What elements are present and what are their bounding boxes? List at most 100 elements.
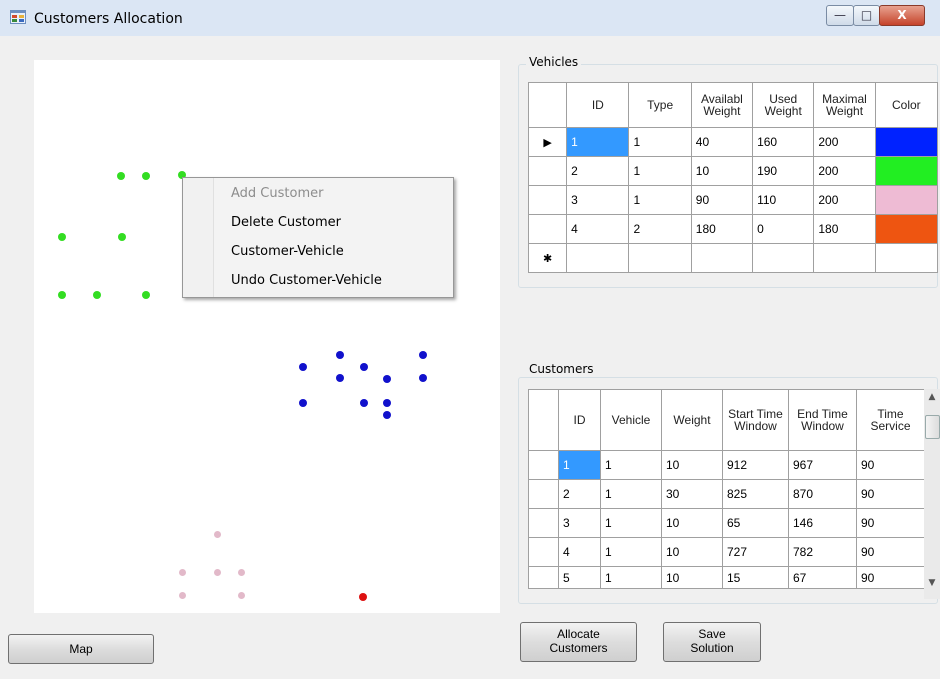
cell[interactable]: 1: [600, 508, 662, 538]
cell[interactable]: 10: [690, 156, 754, 186]
customer-point[interactable]: [383, 375, 391, 383]
table-row[interactable]: 4 2 180 0 180: [527, 214, 939, 244]
table-row[interactable]: 2 1 30 825 870 90: [528, 479, 925, 509]
cell[interactable]: 10: [661, 566, 723, 589]
cell[interactable]: 180: [690, 214, 754, 244]
cell[interactable]: 200: [813, 127, 876, 157]
table-row[interactable]: ▶ 1 1 40 160 200: [527, 127, 939, 157]
table-row[interactable]: 4 1 10 727 782 90: [528, 537, 925, 567]
current-row-icon[interactable]: ▶: [527, 127, 568, 157]
cell[interactable]: [874, 243, 939, 273]
new-row-icon[interactable]: ✱: [527, 243, 568, 273]
customer-point[interactable]: [238, 592, 245, 599]
customer-point[interactable]: [214, 569, 221, 576]
customer-point[interactable]: [299, 399, 307, 407]
cell[interactable]: 825: [722, 479, 789, 509]
cell[interactable]: 3: [558, 508, 601, 538]
customers-header-start-time-window[interactable]: Start Time Window: [722, 389, 789, 451]
scroll-up-arrow-icon[interactable]: ▲: [924, 389, 940, 405]
customers-table[interactable]: ID Vehicle Weight Start Time Window End …: [528, 389, 925, 589]
cell[interactable]: 2: [628, 214, 692, 244]
cell[interactable]: 200: [813, 156, 876, 186]
cell[interactable]: 4: [558, 537, 601, 567]
row-header[interactable]: [528, 508, 559, 538]
cell[interactable]: [752, 243, 815, 273]
cell[interactable]: [690, 243, 754, 273]
cell[interactable]: [813, 243, 876, 273]
cell[interactable]: [628, 243, 692, 273]
vehicle-color-swatch[interactable]: [874, 156, 939, 186]
scroll-down-arrow-icon[interactable]: ▼: [924, 575, 940, 591]
cell[interactable]: 90: [856, 537, 925, 567]
cell[interactable]: 90: [856, 450, 925, 480]
vehicle-color-swatch[interactable]: [874, 185, 939, 215]
row-header[interactable]: [527, 185, 568, 215]
minimize-button[interactable]: —: [826, 5, 854, 26]
cell[interactable]: 40: [690, 127, 754, 157]
cell[interactable]: 782: [788, 537, 857, 567]
map-button[interactable]: Map: [8, 634, 154, 664]
vehicles-header-color[interactable]: Color: [874, 82, 939, 128]
customers-scrollbar[interactable]: ▲ ▼: [924, 389, 940, 599]
customer-point[interactable]: [117, 172, 125, 180]
cell[interactable]: 0: [752, 214, 815, 244]
customers-header-id[interactable]: ID: [558, 389, 601, 451]
cell[interactable]: 1: [600, 479, 662, 509]
cell[interactable]: [566, 243, 630, 273]
menu-item-undo-customer-vehicle[interactable]: Undo Customer-Vehicle: [231, 273, 382, 288]
customer-point[interactable]: [383, 399, 391, 407]
cell[interactable]: 912: [722, 450, 789, 480]
scrollbar-thumb[interactable]: [925, 415, 940, 439]
customer-point[interactable]: [58, 291, 66, 299]
cell[interactable]: 1: [600, 450, 662, 480]
menu-item-add-customer[interactable]: Add Customer: [231, 186, 323, 201]
customer-point[interactable]: [238, 569, 245, 576]
cell[interactable]: 5: [558, 566, 601, 589]
customer-point[interactable]: [336, 374, 344, 382]
customers-header-end-time-window[interactable]: End Time Window: [788, 389, 857, 451]
customer-point[interactable]: [118, 233, 126, 241]
cell[interactable]: 10: [661, 537, 723, 567]
cell[interactable]: 200: [813, 185, 876, 215]
customer-point[interactable]: [179, 569, 186, 576]
cell[interactable]: 1: [628, 156, 692, 186]
customer-point[interactable]: [299, 363, 307, 371]
close-button[interactable]: X: [879, 5, 925, 26]
cell[interactable]: 110: [752, 185, 815, 215]
cell[interactable]: 10: [661, 450, 723, 480]
vehicles-header-maximal-weight[interactable]: Maximal Weight: [813, 82, 876, 128]
cell[interactable]: 4: [566, 214, 630, 244]
table-row[interactable]: 5 1 10 15 67 90: [528, 566, 925, 589]
cell[interactable]: 1: [558, 450, 601, 480]
customer-point[interactable]: [419, 374, 427, 382]
cell[interactable]: 90: [690, 185, 754, 215]
cell[interactable]: 90: [856, 479, 925, 509]
cell[interactable]: 1: [628, 185, 692, 215]
cell[interactable]: 1: [600, 566, 662, 589]
customer-point[interactable]: [142, 291, 150, 299]
cell[interactable]: 2: [558, 479, 601, 509]
cell[interactable]: 90: [856, 508, 925, 538]
cell[interactable]: 180: [813, 214, 876, 244]
customer-point[interactable]: [142, 172, 150, 180]
vehicle-color-swatch[interactable]: [874, 127, 939, 157]
cell[interactable]: 10: [661, 508, 723, 538]
row-header[interactable]: [527, 214, 568, 244]
cell[interactable]: 870: [788, 479, 857, 509]
customer-point[interactable]: [93, 291, 101, 299]
allocate-customers-button[interactable]: Allocate Customers: [520, 622, 637, 662]
vehicles-header-type[interactable]: Type: [628, 82, 692, 128]
cell[interactable]: 90: [856, 566, 925, 589]
vehicle-color-swatch[interactable]: [874, 214, 939, 244]
customer-point[interactable]: [336, 351, 344, 359]
row-header[interactable]: [528, 479, 559, 509]
customer-point[interactable]: [58, 233, 66, 241]
customers-header-vehicle[interactable]: Vehicle: [600, 389, 662, 451]
vehicles-table[interactable]: ID Type Availabl Weight Used Weight Maxi…: [527, 82, 939, 273]
customer-point[interactable]: [383, 411, 391, 419]
customers-header-weight[interactable]: Weight: [661, 389, 723, 451]
menu-item-customer-vehicle[interactable]: Customer-Vehicle: [231, 244, 344, 259]
table-row[interactable]: 3 1 90 110 200: [527, 185, 939, 215]
customer-point[interactable]: [360, 363, 368, 371]
cell[interactable]: 1: [628, 127, 692, 157]
